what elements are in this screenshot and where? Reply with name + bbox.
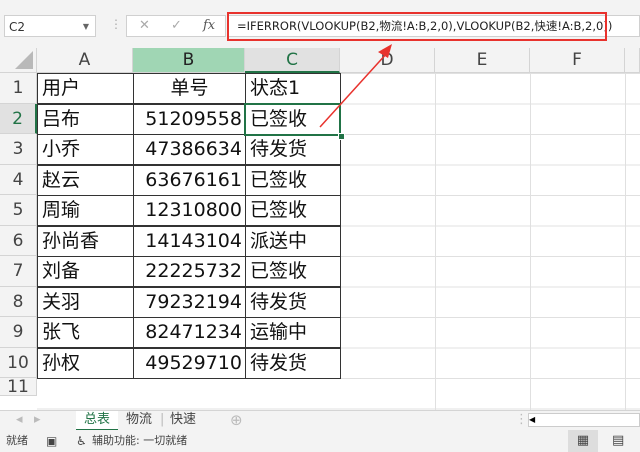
- row-header-6[interactable]: 6: [0, 225, 37, 256]
- chevron-down-icon[interactable]: ▼: [83, 16, 89, 38]
- sheet-tab-zongbiao[interactable]: 总表: [76, 411, 119, 431]
- cell-user[interactable]: 周瑜: [37, 195, 134, 226]
- accessibility-icon[interactable]: ♿: [76, 430, 87, 452]
- tab-separator: |: [160, 412, 165, 427]
- column-header-a[interactable]: A: [37, 48, 133, 73]
- name-box[interactable]: C2 ▼: [4, 15, 96, 37]
- row-header-7[interactable]: 7: [0, 256, 37, 287]
- column-header-b[interactable]: B: [133, 48, 245, 73]
- gridline: [435, 73, 436, 410]
- page-layout-view-icon[interactable]: ▤: [612, 430, 624, 452]
- sheet-tab-bar: ◂ ▸ 总表 物流 | 快速 ⊕ ⋮ ◀: [0, 410, 640, 431]
- row-header-2[interactable]: 2: [0, 103, 37, 134]
- status-bar: 就绪 ▣ ♿ 辅助功能: 一切就绪 ▦ ▤: [0, 430, 640, 452]
- cell-user[interactable]: 孙权: [37, 347, 134, 379]
- normal-view-icon[interactable]: ▦: [568, 430, 598, 452]
- cell-status[interactable]: 已签收: [245, 164, 341, 196]
- cell-user[interactable]: 赵云: [37, 164, 134, 196]
- scroll-right-icon[interactable]: ▸: [34, 411, 41, 429]
- gridline: [625, 73, 626, 410]
- cell-status[interactable]: 已签收: [245, 256, 341, 287]
- annotation-highlight-box: [227, 12, 607, 41]
- cell-order-no[interactable]: 49529710: [133, 347, 246, 379]
- cell-status[interactable]: 待发货: [245, 286, 341, 318]
- column-header-d[interactable]: D: [340, 48, 435, 73]
- cell-user[interactable]: 关羽: [37, 286, 134, 318]
- cell-order-no[interactable]: 79232194: [133, 286, 246, 318]
- header-cell-order-no[interactable]: 单号: [133, 73, 246, 104]
- macro-record-icon[interactable]: ▣: [46, 430, 57, 452]
- column-header-e[interactable]: E: [435, 48, 530, 73]
- header-cell-status[interactable]: 状态1: [245, 73, 341, 104]
- name-box-value: C2: [9, 20, 26, 34]
- cell-order-no[interactable]: 12310800: [133, 195, 246, 226]
- row-header-4[interactable]: 4: [0, 164, 37, 195]
- header-cell-user[interactable]: 用户: [37, 73, 134, 104]
- cell-order-no[interactable]: 47386634: [133, 134, 246, 165]
- cell-user[interactable]: 刘备: [37, 256, 134, 287]
- cell-order-no[interactable]: 14143104: [133, 225, 246, 257]
- row-header-9[interactable]: 9: [0, 317, 37, 348]
- row-header-5[interactable]: 5: [0, 195, 37, 226]
- cell-order-no[interactable]: 82471234: [133, 317, 246, 348]
- cell-order-no[interactable]: 63676161: [133, 164, 246, 196]
- active-cell-c2[interactable]: [244, 103, 341, 136]
- row-header-1[interactable]: 1: [0, 73, 37, 104]
- cell-user[interactable]: 小乔: [37, 134, 134, 165]
- column-header-c[interactable]: C: [245, 48, 340, 73]
- row-header-8[interactable]: 8: [0, 286, 37, 317]
- accessibility-status[interactable]: 辅助功能: 一切就绪: [92, 430, 187, 452]
- splitter-icon[interactable]: ⋮: [515, 411, 528, 429]
- cell-order-no[interactable]: 22225732: [133, 256, 246, 287]
- select-all-button[interactable]: [0, 48, 37, 73]
- cell-status[interactable]: 待发货: [245, 134, 341, 165]
- fx-icon[interactable]: fx: [203, 18, 215, 33]
- row-header-10[interactable]: 10: [0, 347, 37, 378]
- cell-status[interactable]: 派送中: [245, 225, 341, 257]
- drag-handle-icon[interactable]: ⋮: [110, 17, 122, 31]
- cancel-icon[interactable]: ✕: [139, 18, 150, 33]
- cell-status[interactable]: 待发货: [245, 347, 341, 379]
- row-header-3[interactable]: 3: [0, 134, 37, 165]
- sheet-tab-wuliu[interactable]: 物流: [126, 411, 152, 429]
- column-header-f[interactable]: F: [530, 48, 625, 73]
- formula-bar-area: C2 ▼ ⋮ ✕ ✓ fx =IFERROR(VLOOKUP(B2,物流!A:B,…: [0, 0, 640, 48]
- cell-user[interactable]: 孙尚香: [37, 225, 134, 257]
- scroll-left-icon[interactable]: ◂: [16, 411, 23, 429]
- cell-user[interactable]: 张飞: [37, 317, 134, 348]
- check-icon[interactable]: ✓: [171, 18, 182, 33]
- formula-buttons: ✕ ✓ fx: [126, 15, 226, 37]
- cell-user[interactable]: 吕布: [37, 103, 134, 135]
- row-header-11[interactable]: 11: [0, 378, 37, 396]
- fill-handle[interactable]: [338, 133, 345, 140]
- horizontal-scrollbar[interactable]: ◀: [528, 413, 640, 427]
- sheet-tab-kuaisu[interactable]: 快速: [170, 411, 196, 429]
- cell-status[interactable]: 已签收: [245, 195, 341, 226]
- gridline: [530, 73, 531, 410]
- status-ready: 就绪: [6, 434, 28, 447]
- cell-status[interactable]: 运输中: [245, 317, 341, 348]
- column-header-g[interactable]: [625, 48, 640, 73]
- add-sheet-icon[interactable]: ⊕: [230, 411, 243, 429]
- cell-order-no[interactable]: 51209558: [133, 103, 246, 135]
